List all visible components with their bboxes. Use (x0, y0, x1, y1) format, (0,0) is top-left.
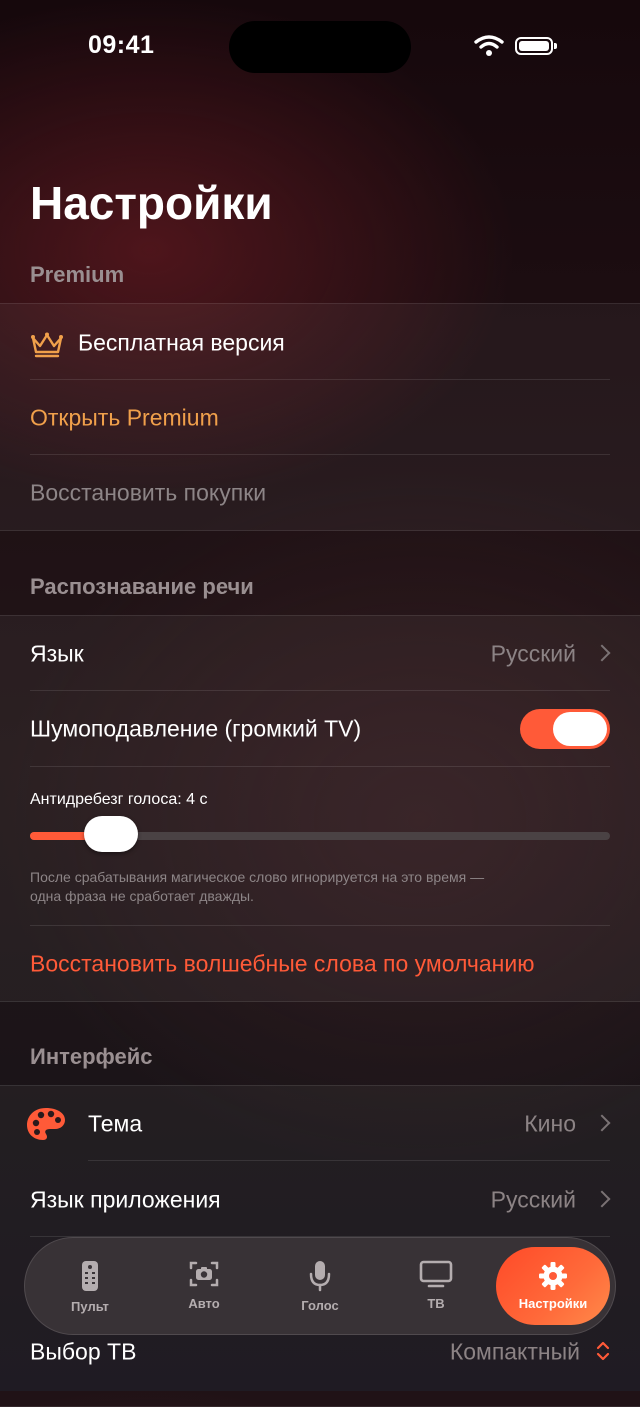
reset-magic-words-label: Восстановить волшебные слова по умолчани… (30, 950, 535, 976)
noise-suppression-toggle[interactable] (520, 708, 610, 749)
premium-status-label: Бесплатная версия (78, 329, 285, 355)
theme-row[interactable]: Тема Кино (27, 1086, 611, 1161)
language-value: Русский (490, 640, 576, 666)
separator (88, 1160, 610, 1161)
speech-group: Язык Русский Шумоподавление (громкий TV)… (0, 615, 640, 1002)
tab-settings[interactable]: Настройки (496, 1247, 610, 1325)
debounce-hint-line: одна фраза не сработает дважды. (30, 888, 254, 904)
premium-group: Бесплатная версия Открыть Premium Восста… (0, 303, 640, 531)
tab-voice[interactable]: Голос (265, 1238, 375, 1334)
open-premium-label: Открыть Premium (30, 404, 219, 430)
speech-section-header: Распознавание речи (30, 574, 254, 599)
tab-tv[interactable]: ТВ (381, 1238, 491, 1334)
tab-label: Настройки (518, 1296, 588, 1311)
app-language-label: Язык приложения (30, 1186, 221, 1212)
chevron-right-icon (593, 1114, 611, 1131)
microphone-icon (309, 1261, 331, 1292)
battery-icon (515, 37, 557, 55)
app-language-value: Русский (490, 1186, 576, 1212)
noise-suppression-label: Шумоподавление (громкий TV) (30, 715, 362, 741)
camera-scan-icon (189, 1261, 219, 1287)
language-row[interactable]: Язык Русский (30, 616, 611, 691)
chevron-up-down-icon (596, 1341, 610, 1361)
debounce-hint: После срабатывания магическое слово игно… (30, 868, 484, 906)
dynamic-island (229, 21, 411, 73)
crown-icon (31, 332, 63, 358)
premium-section-header: Premium (30, 262, 125, 287)
chevron-right-icon (593, 1190, 611, 1207)
tab-label: Авто (188, 1296, 220, 1311)
tab-bar: Пульт Авто Голос ТВ Настройки (24, 1237, 616, 1335)
premium-status-row: Бесплатная версия (30, 305, 610, 380)
status-time: 09:41 (88, 31, 155, 59)
debounce-hint-line: После срабатывания магическое слово игно… (30, 869, 485, 885)
tab-label: Голос (301, 1298, 339, 1313)
restore-purchases-label: Восстановить покупки (30, 479, 267, 505)
status-bar: 09:41 (0, 0, 640, 92)
open-premium-button[interactable]: Открыть Premium (30, 380, 610, 455)
tv-choice-value: Компактный (449, 1338, 580, 1364)
language-label: Язык (30, 640, 84, 666)
separator (30, 766, 610, 767)
tv-icon (419, 1260, 453, 1288)
wifi-icon (474, 35, 504, 56)
restore-purchases-button[interactable]: Восстановить покупки (30, 455, 610, 530)
tab-label: ТВ (427, 1296, 445, 1311)
debounce-label: Антидребезг голоса: 4 с (30, 791, 208, 808)
tab-auto[interactable]: Авто (149, 1238, 259, 1334)
tab-remote[interactable]: Пульт (35, 1238, 145, 1334)
chevron-right-icon (593, 644, 611, 661)
interface-section-header: Интерфейс (30, 1044, 153, 1069)
app-language-row[interactable]: Язык приложения Русский (30, 1162, 611, 1237)
reset-magic-words-button[interactable]: Восстановить волшебные слова по умолчани… (30, 926, 610, 1001)
theme-label: Тема (88, 1110, 143, 1136)
page-title: Настройки (30, 177, 273, 229)
tab-label: Пульт (71, 1299, 109, 1314)
noise-suppression-row: Шумоподавление (громкий TV) (30, 691, 610, 766)
theme-value: Кино (524, 1110, 576, 1136)
palette-icon (27, 1108, 65, 1140)
slider-thumb[interactable] (84, 816, 139, 852)
debounce-slider[interactable] (30, 816, 610, 852)
tv-choice-label: Выбор ТВ (30, 1338, 137, 1364)
gear-icon (539, 1262, 567, 1290)
remote-icon (82, 1261, 98, 1291)
